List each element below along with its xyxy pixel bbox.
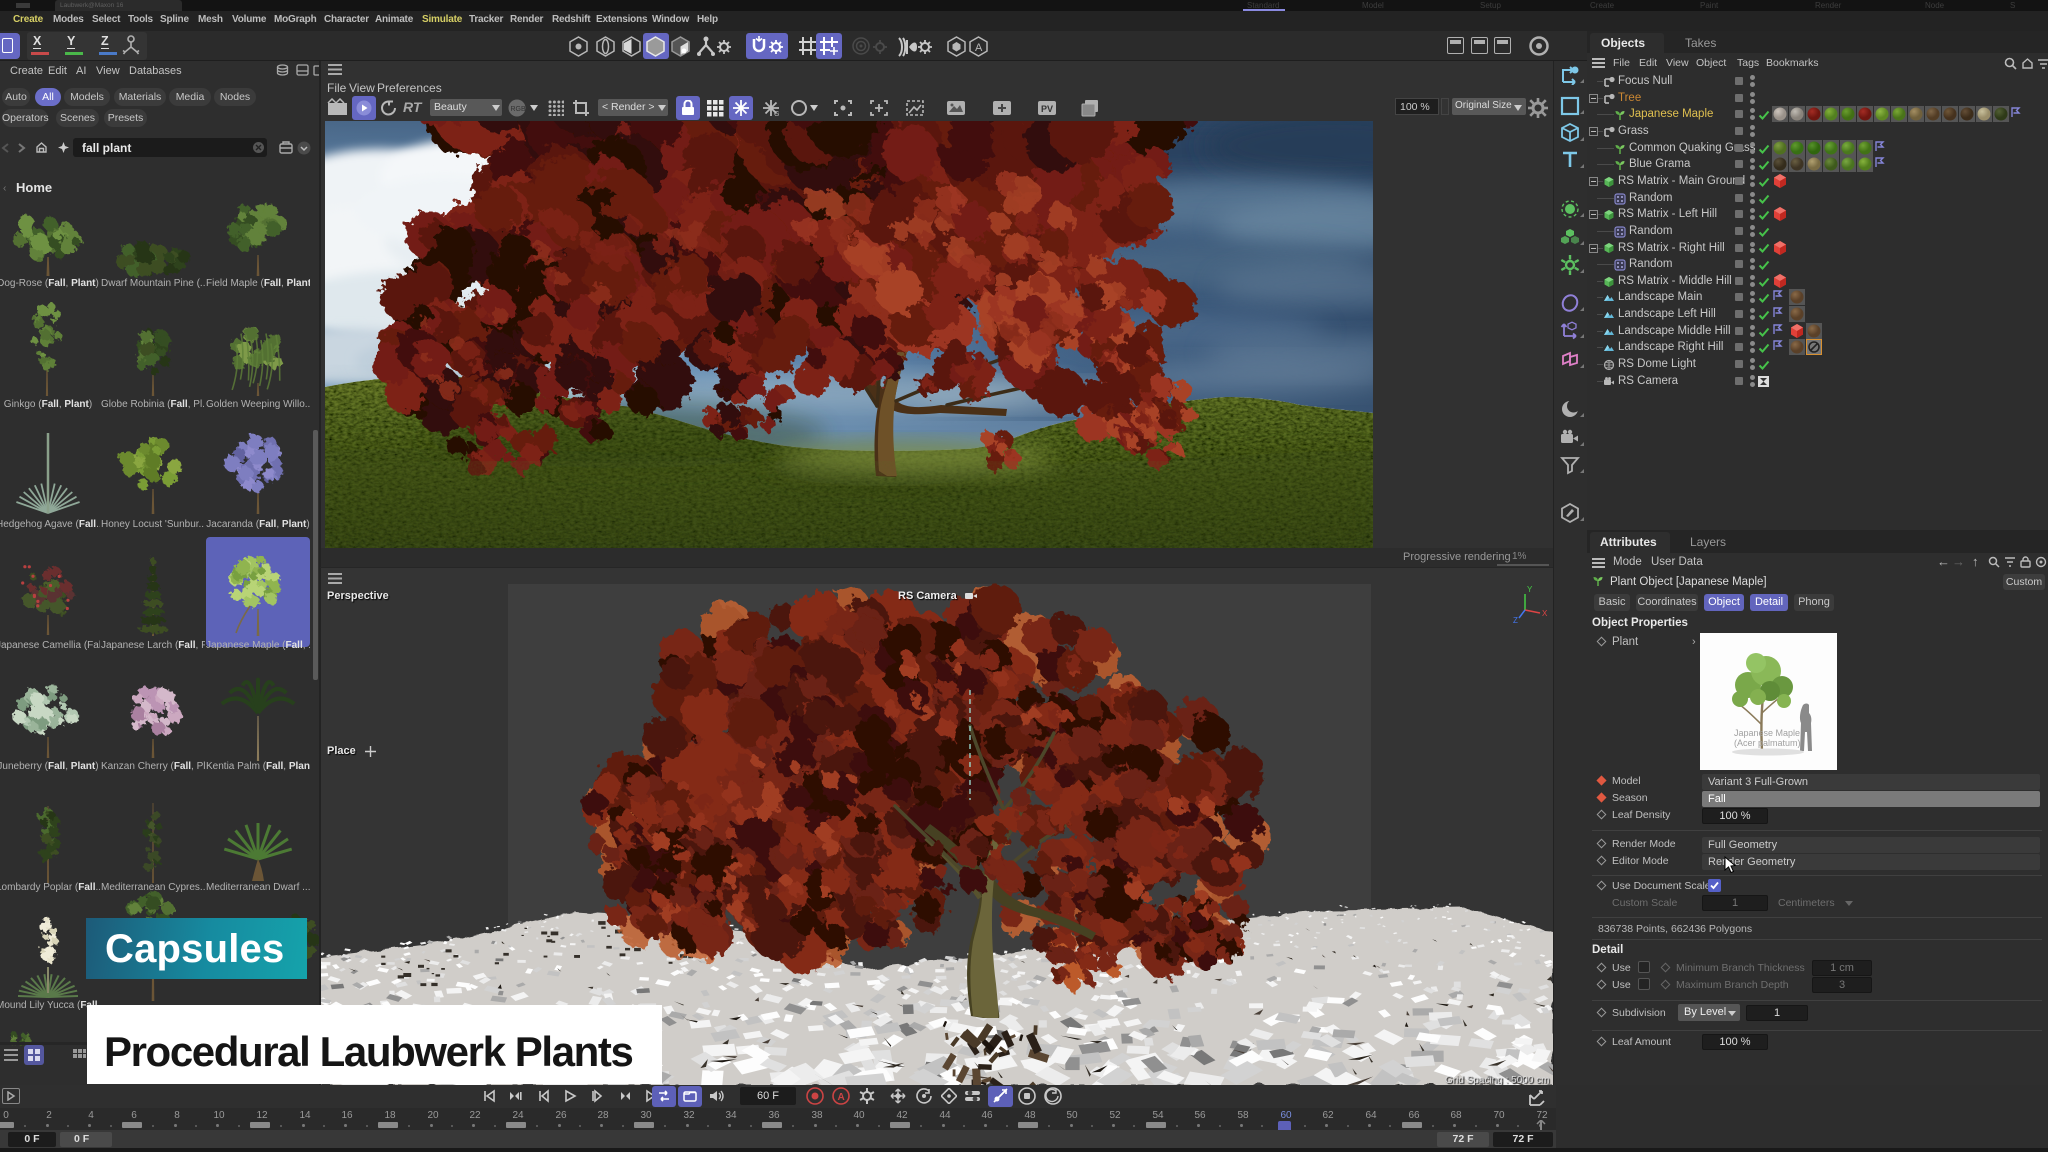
svg-text:A: A [975, 42, 983, 54]
svg-text:(Acer palmatum): (Acer palmatum) [1734, 738, 1801, 748]
svg-text:Y: Y [1527, 585, 1533, 594]
svg-text:RGB: RGB [511, 106, 527, 113]
svg-text:G: G [774, 111, 779, 117]
svg-text:A: A [838, 1092, 845, 1103]
svg-text:X: X [1542, 609, 1548, 618]
svg-text:Japanese Maple: Japanese Maple [1734, 728, 1800, 738]
svg-text:Z: Z [1513, 616, 1518, 625]
svg-text:PV: PV [1041, 104, 1053, 114]
